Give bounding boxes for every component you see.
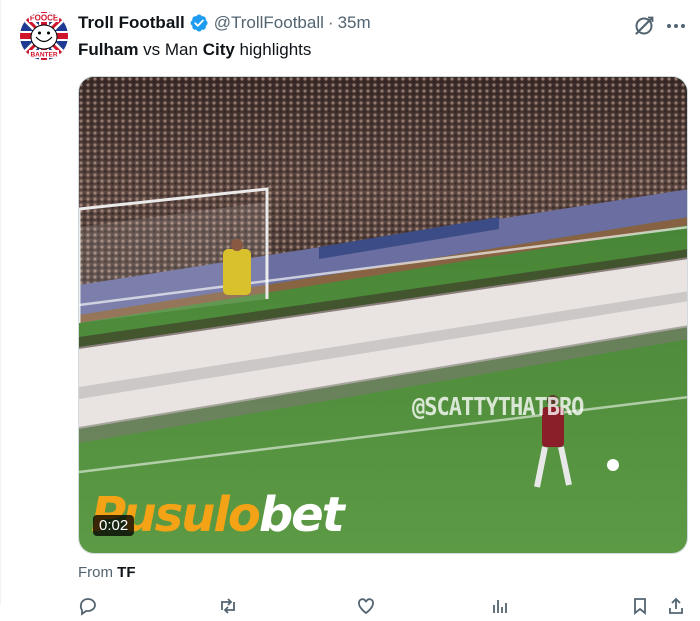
avatar[interactable]: FOOCE BANTER [20, 12, 68, 60]
more-options-icon[interactable] [664, 14, 688, 38]
tweet-header: Troll Football @TrollFootball · 35m [78, 12, 371, 34]
share-icon[interactable] [666, 596, 686, 616]
separator: · [327, 13, 334, 32]
team-home: Fulham [78, 40, 139, 59]
video-watermark: @SCATTYTHATBRO [412, 393, 584, 422]
video-player[interactable]: @SCATTYTHATBRO Pusulobet 0:02 [78, 76, 688, 554]
video-frame [79, 77, 687, 553]
avatar-text-top: FOOCE [30, 14, 59, 23]
video-duration-badge: 0:02 [93, 515, 135, 536]
views-icon[interactable] [490, 596, 510, 616]
bookmark-icon[interactable] [630, 596, 650, 616]
reply-icon[interactable] [78, 596, 98, 616]
source-name[interactable]: TF [117, 564, 135, 581]
sponsor-logo-part2: bet [258, 487, 345, 543]
author-handle[interactable]: @TrollFootball [214, 13, 324, 33]
source-attribution: From TF [78, 564, 136, 581]
tweet-card[interactable]: FOOCE BANTER Troll Football @TrollFootba… [0, 0, 700, 616]
action-bar [78, 596, 688, 616]
text-vs: vs Man [138, 40, 203, 59]
avatar-text-bottom: BANTER [30, 52, 57, 59]
team-away: City [202, 40, 235, 59]
verified-badge-icon [189, 13, 209, 33]
author-name[interactable]: Troll Football [78, 13, 185, 33]
divider [0, 0, 1, 604]
timestamp[interactable]: 35m [338, 13, 371, 33]
repost-icon[interactable] [218, 596, 238, 616]
tweet-text: Fulham vs Man City highlights [78, 38, 311, 62]
grok-icon[interactable] [632, 14, 656, 38]
source-prefix: From [78, 564, 118, 581]
text-highlights: highlights [234, 40, 312, 59]
like-icon[interactable] [356, 596, 376, 616]
